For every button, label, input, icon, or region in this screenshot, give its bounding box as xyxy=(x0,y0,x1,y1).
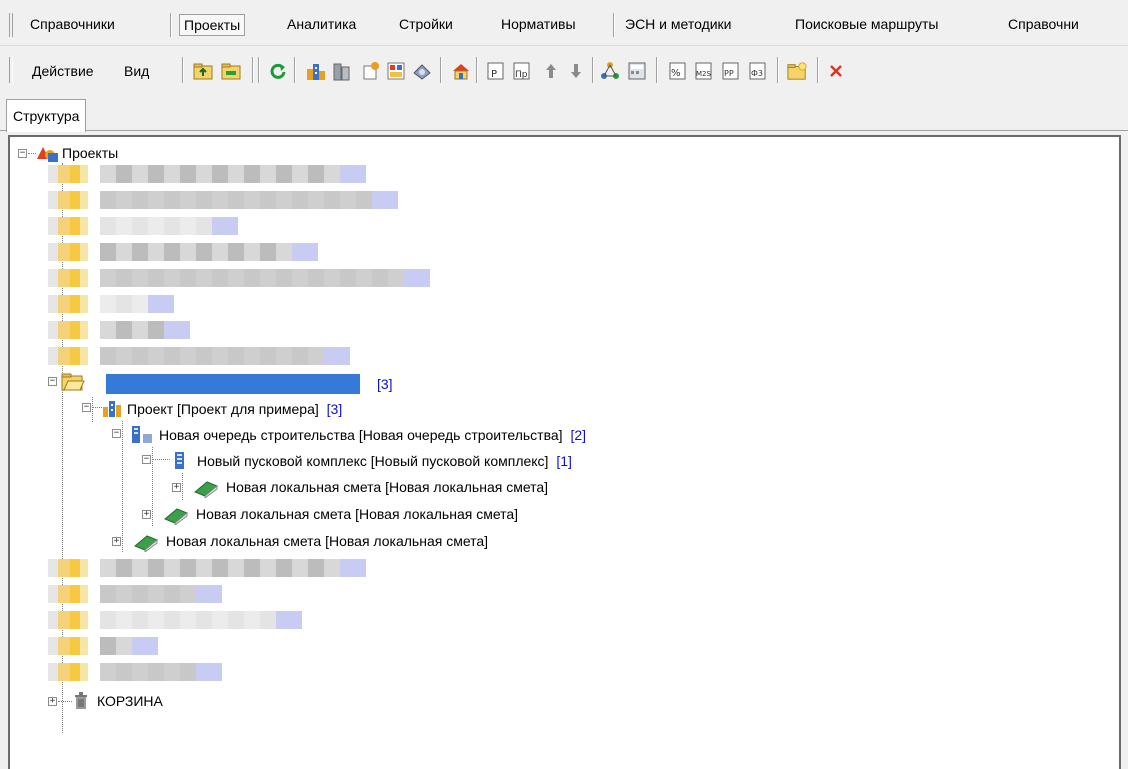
tree-node-complex-count: [1] xyxy=(556,453,572,469)
svg-text:M2S: M2S xyxy=(696,70,711,78)
pr-doc-icon[interactable]: Пр xyxy=(512,61,532,81)
queue-building-icon xyxy=(131,425,157,446)
open-folder-icon xyxy=(61,373,85,394)
toolbar-separator xyxy=(252,57,254,83)
svg-text:Пр: Пр xyxy=(515,70,528,80)
menu-item-analytics[interactable]: Аналитика xyxy=(283,14,360,36)
toolbar: Действие Вид P Пр % M2S PP Ф3 xyxy=(0,47,1128,93)
folder-green-icon[interactable] xyxy=(221,61,241,81)
toolbar-separator xyxy=(777,57,779,83)
expand-toggle[interactable]: + xyxy=(172,483,181,492)
tree-node-selected-count: [3] xyxy=(377,376,393,392)
network-icon[interactable] xyxy=(600,61,620,81)
tree-guide-line xyxy=(92,397,93,422)
collapse-toggle[interactable]: − xyxy=(82,403,91,412)
p-doc-icon[interactable]: P xyxy=(486,61,506,81)
tree-node-queue[interactable]: Новая очередь строительства [Новая очере… xyxy=(159,426,586,444)
tree-node-complex-label: Новый пусковой комплекс [Новый пусковой … xyxy=(197,453,549,469)
svg-text:%: % xyxy=(671,68,681,79)
tree-node-project-count: [3] xyxy=(326,401,343,417)
folder-new-icon[interactable] xyxy=(787,61,807,81)
toolbar-separator xyxy=(476,57,478,83)
tab-strip: Структура xyxy=(0,93,1128,132)
tree-node-complex[interactable]: Новый пусковой комплекс [Новый пусковой … xyxy=(197,452,572,470)
expand-toggle[interactable]: + xyxy=(142,510,151,519)
percent-doc-icon[interactable]: % xyxy=(668,61,688,81)
collapse-toggle[interactable]: − xyxy=(142,455,151,464)
tree-guide-line xyxy=(92,407,102,408)
tree-node-estimate-3[interactable]: Новая локальная смета [Новая локальная с… xyxy=(166,532,488,550)
tree-node-selected-highlight[interactable] xyxy=(106,374,360,394)
svg-text:P: P xyxy=(491,69,497,80)
arrow-up-icon[interactable] xyxy=(541,61,561,81)
projects-root-icon xyxy=(37,145,59,166)
estimate-book-icon xyxy=(193,478,219,501)
tree-guide-line xyxy=(58,701,72,702)
menu-item-directories[interactable]: Справочники xyxy=(26,14,119,36)
toolbar-separator xyxy=(294,57,296,83)
tree-node-trash[interactable]: КОРЗИНА xyxy=(97,692,163,710)
collapse-toggle[interactable]: − xyxy=(18,149,27,158)
tree-guide-line xyxy=(122,421,123,552)
menu-separator xyxy=(170,13,172,37)
estimate-book-icon xyxy=(163,505,189,528)
action-menu-button[interactable]: Действие xyxy=(32,63,94,79)
tree-guide-line xyxy=(28,153,36,154)
toolbar-separator xyxy=(182,57,184,83)
tree-node-projects[interactable]: Проекты xyxy=(62,144,118,162)
view-menu-button[interactable]: Вид xyxy=(124,63,149,79)
tree-node-project[interactable]: Проект [Проект для примера] [3] xyxy=(127,400,342,418)
project-buildings-icon xyxy=(102,399,122,420)
expand-toggle[interactable]: + xyxy=(112,537,121,546)
tree-node-queue-label: Новая очередь строительства [Новая очере… xyxy=(159,427,563,443)
menu-bar: Справочники Проекты Аналитика Стройки Но… xyxy=(0,0,1128,46)
menu-separator xyxy=(613,13,615,37)
menu-grip[interactable] xyxy=(9,13,13,37)
toolbar-separator xyxy=(440,57,442,83)
menu-item-norms[interactable]: Нормативы xyxy=(497,14,580,36)
buildings-icon[interactable] xyxy=(306,61,326,81)
tree-node-estimate-2[interactable]: Новая локальная смета [Новая локальная с… xyxy=(196,505,518,523)
tab-structure[interactable]: Структура xyxy=(6,99,87,132)
collapse-toggle[interactable]: − xyxy=(112,429,121,438)
tree-guide-line xyxy=(152,459,170,460)
tree-node-estimate-1[interactable]: Новая локальная смета [Новая локальная с… xyxy=(226,478,548,496)
arrow-down-icon[interactable] xyxy=(566,61,586,81)
menu-item-search-routes[interactable]: Поисковые маршруты xyxy=(791,14,942,36)
toolbar-separator xyxy=(592,57,594,83)
menu-item-directories-2[interactable]: Справочни xyxy=(1004,14,1083,36)
tree-node-queue-count: [2] xyxy=(570,427,587,443)
complex-building-icon xyxy=(174,451,186,472)
building-gray-icon[interactable] xyxy=(332,61,352,81)
toolbar-separator xyxy=(656,57,658,83)
report-icon[interactable] xyxy=(386,61,406,81)
expand-toggle[interactable]: + xyxy=(48,697,57,706)
svg-text:Ф3: Ф3 xyxy=(751,69,763,78)
tree-guide-line xyxy=(182,473,183,500)
stamp-icon[interactable] xyxy=(412,61,432,81)
toolbar-grip[interactable] xyxy=(9,57,13,83)
refresh-icon[interactable] xyxy=(268,61,288,81)
menu-item-esn-methods[interactable]: ЭСН и методики xyxy=(621,14,736,36)
tree-view[interactable]: − Проекты − [3] − Проект [Проект для при… xyxy=(8,135,1121,769)
estimate-book-icon xyxy=(133,532,159,555)
house-icon[interactable] xyxy=(451,61,471,81)
m2s-doc-icon[interactable]: M2S xyxy=(694,61,714,81)
delete-icon[interactable] xyxy=(826,61,846,81)
menu-item-constructions[interactable]: Стройки xyxy=(395,14,457,36)
f3-doc-icon[interactable]: Ф3 xyxy=(748,61,768,81)
tree-node-project-label: Проект [Проект для примера] xyxy=(127,401,319,417)
trash-bin-icon xyxy=(74,692,88,713)
collapse-toggle[interactable]: − xyxy=(48,377,57,386)
toolbar-separator xyxy=(258,57,260,83)
toolbar-separator xyxy=(817,57,819,83)
svg-text:PP: PP xyxy=(724,69,734,78)
menu-item-projects[interactable]: Проекты xyxy=(179,14,246,36)
construction-icon[interactable] xyxy=(361,61,381,81)
calc-icon[interactable] xyxy=(627,61,647,81)
pp-doc-icon[interactable]: PP xyxy=(721,61,741,81)
folder-up-icon[interactable] xyxy=(193,61,213,81)
